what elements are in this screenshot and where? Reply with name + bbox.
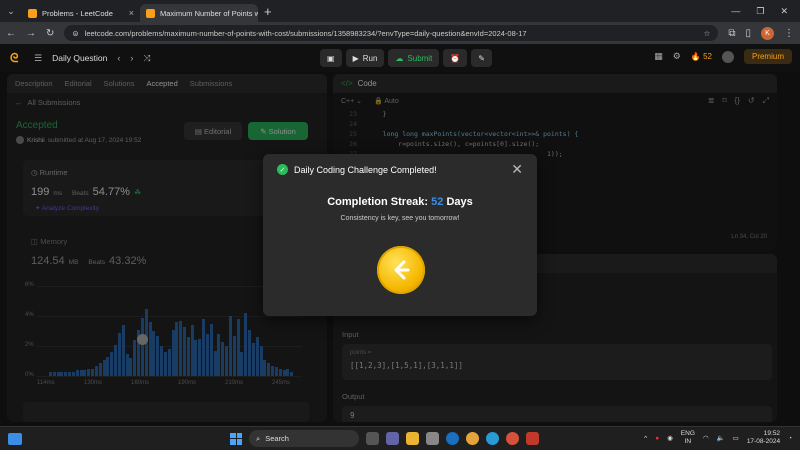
chrome-icon[interactable]	[466, 432, 479, 445]
cloud-upload-icon: ☁	[395, 53, 404, 63]
leetcode-navbar: ᘓ ☰ Daily Question ‹ › ⤨ ▣ ▶ Run ☁ Submit …	[0, 44, 800, 72]
new-tab-icon[interactable]: +	[264, 4, 272, 19]
search-placeholder: Search	[265, 434, 289, 443]
back-icon[interactable]: ←	[6, 28, 16, 39]
menu-kebab-icon[interactable]: ⋮	[784, 28, 794, 39]
streak-prefix: Completion Streak:	[327, 196, 429, 208]
forward-icon[interactable]: →	[26, 28, 36, 39]
reload-icon[interactable]: ↻	[46, 28, 54, 39]
battery-icon[interactable]: ▭	[733, 434, 739, 442]
tab-title: Maximum Number of Points wi	[160, 8, 258, 18]
prev-problem-icon[interactable]: ‹	[117, 53, 120, 63]
shuffle-icon[interactable]: ⤨	[143, 53, 150, 64]
windows-start-icon[interactable]	[230, 432, 242, 445]
url-field[interactable]: ⊜ leetcode.com/problems/maximum-number-o…	[64, 25, 719, 41]
settings-gear-icon[interactable]: ⚙	[673, 51, 681, 62]
close-window-icon[interactable]: ✕	[780, 6, 788, 17]
run-submit-group: ▣ ▶ Run ☁ Submit ⏰ ✎	[320, 49, 492, 67]
screen: ⌄ Problems - LeetCode × Maximum Number o…	[0, 0, 800, 450]
lang-bottom: IN	[684, 438, 692, 445]
browser-tab-problems[interactable]: Problems - LeetCode ×	[22, 4, 140, 22]
check-circle-icon: ✓	[277, 164, 288, 175]
system-tray: ^ ● ◉ ENG IN ◠ 🔈 ▭ 19:52 17-08-2024 ◔	[644, 430, 792, 446]
leetcode-favicon-icon	[146, 8, 155, 18]
notification-icon[interactable]: ◔	[788, 435, 792, 442]
run-label: Run	[362, 53, 378, 63]
search-icon: ⌕	[256, 433, 261, 443]
next-problem-icon[interactable]: ›	[130, 53, 133, 63]
clock-date: 17-08-2024	[746, 438, 781, 445]
volume-icon[interactable]: 🔈	[717, 434, 725, 442]
snipping-tool-icon[interactable]	[526, 432, 539, 445]
profile-avatar[interactable]: K	[761, 26, 774, 40]
modal-message: Consistency is key, see you tomorrow!	[340, 215, 460, 222]
window-controls: — ❐ ✕	[731, 6, 800, 17]
dell-icon[interactable]	[446, 432, 459, 445]
chrome-active-icon[interactable]	[506, 432, 519, 445]
site-info-icon[interactable]: ⊜	[72, 29, 78, 38]
lang-top: ENG	[680, 430, 695, 437]
mail-icon[interactable]	[426, 432, 439, 445]
browser-tab-bar: ⌄ Problems - LeetCode × Maximum Number o…	[0, 0, 800, 22]
taskbar-search[interactable]: ⌕ Search	[249, 430, 359, 447]
daily-question-title[interactable]: Daily Question	[52, 53, 107, 63]
widgets-icon[interactable]	[8, 433, 22, 445]
chevron-up-icon[interactable]: ^	[644, 435, 647, 442]
fire-icon: 🔥	[690, 52, 701, 61]
streak-count: 52	[703, 52, 712, 61]
daily-challenge-modal: ✓ Daily Coding Challenge Completed! ✕ Co…	[263, 154, 537, 316]
notes-button[interactable]: ✎	[471, 49, 492, 67]
clock[interactable]: 19:52 17-08-2024	[747, 430, 780, 446]
taskbar-apps: ⌕ Search	[230, 430, 539, 447]
alarm-icon: ⏰	[450, 53, 461, 63]
security-icon[interactable]: ◉	[667, 434, 673, 442]
leetcode-coin-icon	[377, 246, 425, 294]
debug-button[interactable]: ▣	[320, 49, 342, 67]
note-icon: ✎	[478, 53, 485, 63]
timer-button[interactable]: ⏰	[443, 49, 468, 67]
task-view-icon[interactable]	[366, 432, 379, 445]
modal-header: ✓ Daily Coding Challenge Completed!	[277, 164, 437, 175]
windows-taskbar: ⌕ Search ^ ● ◉ ENG IN ◠ 🔈 ▭ 19:52 17-08-20…	[0, 426, 800, 450]
streak-suffix: Days	[446, 196, 473, 208]
browser-tab-active[interactable]: Maximum Number of Points wi ×	[140, 4, 258, 22]
url-text: leetcode.com/problems/maximum-number-of-…	[84, 28, 527, 38]
completion-streak: Completion Streak: 52 Days	[263, 196, 537, 208]
problem-list-icon[interactable]: ☰	[34, 53, 42, 64]
streak-counter[interactable]: 🔥 52	[691, 52, 712, 61]
address-bar-row: ← → ↻ ⊜ leetcode.com/problems/maximum-nu…	[0, 22, 800, 44]
language-indicator[interactable]: ENG IN	[681, 430, 695, 446]
modal-title: Daily Coding Challenge Completed!	[294, 164, 437, 175]
nav-right: ▦ ⚙ 🔥 52 Premium	[654, 49, 792, 64]
premium-button[interactable]: Premium	[743, 49, 792, 64]
extensions-icon[interactable]: ⧉	[728, 28, 735, 39]
submit-button[interactable]: ☁ Submit	[388, 49, 440, 67]
file-explorer-icon[interactable]	[406, 432, 419, 445]
bug-icon: ▣	[327, 53, 335, 63]
leetcode-logo-icon[interactable]: ᘓ	[10, 51, 24, 65]
shield-icon[interactable]: ●	[655, 435, 659, 442]
layout-icon[interactable]: ▦	[654, 51, 663, 62]
modal-close-icon[interactable]: ✕	[511, 161, 523, 178]
tab-search-icon[interactable]: ⌄	[0, 0, 22, 22]
sidepanel-icon[interactable]: ▯	[745, 28, 751, 39]
minimize-icon[interactable]: —	[731, 6, 740, 17]
edge-icon[interactable]	[486, 432, 499, 445]
leetcode-favicon-icon	[28, 8, 37, 18]
teams-icon[interactable]	[386, 432, 399, 445]
streak-number: 52	[431, 196, 444, 208]
clock-time: 19:52	[763, 430, 781, 437]
wifi-icon[interactable]: ◠	[703, 434, 709, 442]
maximize-icon[interactable]: ❐	[756, 6, 764, 17]
run-button[interactable]: ▶ Run	[345, 49, 385, 67]
user-avatar[interactable]	[721, 50, 734, 63]
bookmark-star-icon[interactable]: ☆	[704, 29, 711, 38]
close-icon[interactable]: ×	[129, 8, 134, 18]
tab-title: Problems - LeetCode	[42, 8, 113, 18]
play-icon: ▶	[352, 53, 359, 63]
submit-label: Submit	[407, 53, 433, 63]
